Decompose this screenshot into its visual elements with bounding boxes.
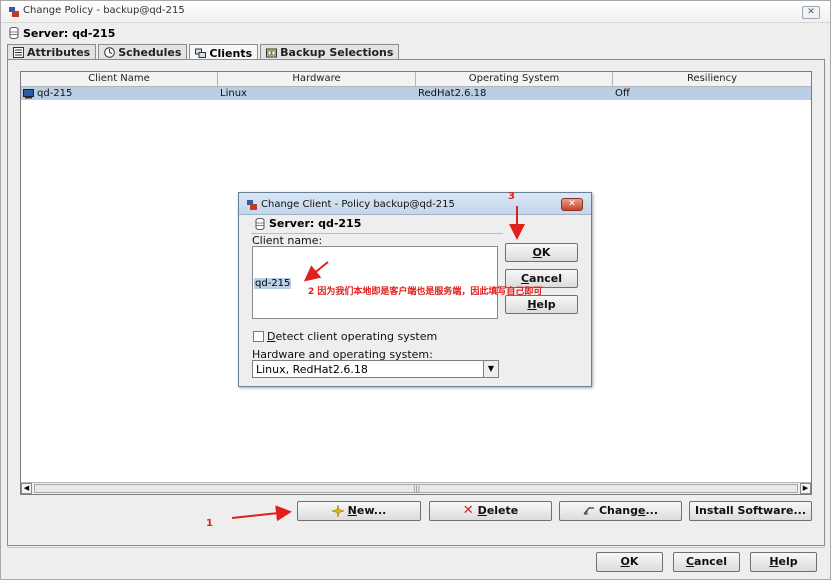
annotation-marker-3: 3 <box>508 191 515 202</box>
annotation-marker-1: 1 <box>206 518 213 529</box>
annotation-marker-2: 2 因为我们本地即是客户端也是服务端，因此填写自己即可 <box>308 287 543 297</box>
annotation-arrow-1 <box>231 505 292 522</box>
annotation-arrow-2 <box>303 261 329 282</box>
